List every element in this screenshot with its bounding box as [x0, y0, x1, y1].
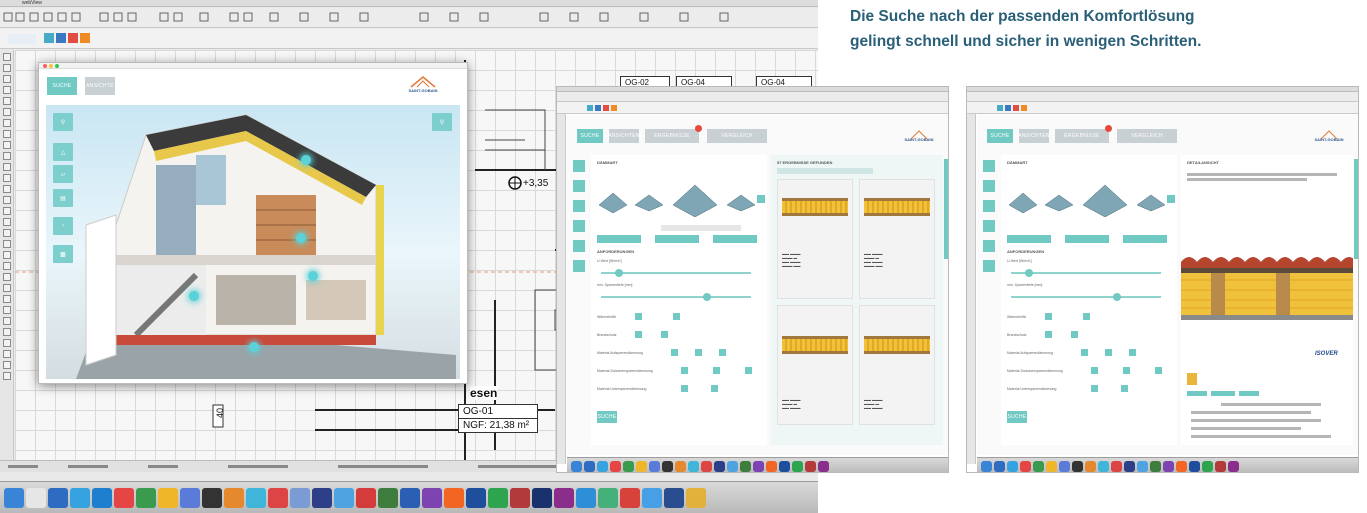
scrollbar[interactable] [944, 159, 948, 259]
isover-logo: ISOVER [1315, 351, 1338, 357]
result-card[interactable]: ▬▬ ▬▬▬ ▬▬▬ ▬ ▬▬ ▬▬▬ ▬▬▬ ▬▬ [777, 179, 853, 299]
hotspot-wall-upper[interactable] [296, 233, 306, 243]
results-panel: SUCHE ANSICHTEN ERGEBNISSE VERGLEICH SAI… [567, 115, 948, 455]
headline-line-1: Die Suche nach der passenden Komfortlösu… [850, 8, 1195, 25]
room-code: OG-01 [458, 404, 538, 419]
app-title: webView [22, 0, 42, 6]
detail-screenshot: SUCHE ANSICHTEN ERGEBNISSE VERGLEICH SAI… [966, 86, 1359, 473]
tab-ansichten-2[interactable]: ANSICHTEN [608, 129, 639, 143]
roof-type-icons[interactable] [591, 173, 767, 223]
hotspot-floor[interactable] [308, 271, 318, 281]
auf-label: Material Aufsparrendämmung [597, 351, 643, 355]
zwischen-label: Material Zwischensparrendämmung [597, 369, 653, 373]
search-button[interactable]: SUCHE [597, 411, 617, 423]
house-view[interactable]: ⚲ △ ▱ ▤ ▫ ▩ ⚲ [46, 105, 460, 379]
product-thumbnail [1187, 373, 1197, 385]
tab-ergebnisse-3[interactable]: ERGEBNISSE [1055, 129, 1109, 143]
dock-3[interactable] [977, 457, 1358, 472]
brand-logo-2: SAINT-GOBAIN [897, 127, 941, 145]
toolbar-icons[interactable] [0, 8, 818, 28]
hotspot-roof[interactable] [301, 155, 311, 165]
tool-palette[interactable] [0, 50, 14, 460]
result-count-badge [695, 125, 702, 132]
tab-ansichten-3[interactable]: ANSICHTEN [1018, 129, 1049, 143]
detail-view: DETAILANSICHT ISOVER [1181, 155, 1353, 445]
hotspot-basement[interactable] [249, 342, 259, 352]
brand-text: SAINT-GOBAIN [408, 88, 438, 93]
daemmart-title: DÄMMART [597, 160, 618, 165]
result-card[interactable]: ▬▬ ▬▬▬ ▬▬▬ ▬ ▬▬ ▬▬▬ [859, 305, 935, 425]
tab-suche-2[interactable]: SUCHE [577, 129, 603, 143]
roof-type-icons-3[interactable] [1001, 173, 1177, 223]
tab-ergebnisse-2[interactable]: ERGEBNISSE [645, 129, 699, 143]
search-form: DÄMMART ANFORDERUNGEN U-Wert [W/m²K] min… [591, 155, 767, 445]
saint-gobain-logo: SAINT-GOBAIN [395, 75, 451, 97]
waermeleit-label: Wärmeleitfä. [597, 315, 617, 319]
dock[interactable] [0, 481, 818, 513]
results-list: 57 ERGEBNISSE GEFUNDEN ▬▬ ▬▬▬ ▬▬▬ ▬ ▬▬ ▬▬▬… [771, 155, 943, 445]
result-card[interactable]: ▬▬ ▬▬▬ ▬▬▬ ▬ ▬▬ ▬▬▬ [777, 305, 853, 425]
plugin-icon-3[interactable] [68, 33, 78, 43]
level-marker-text: +3,35 [523, 178, 549, 189]
search-form-3: DÄMMART ANFORDERUNGEN U-Wert [W/m²K] min… [1001, 155, 1177, 445]
unter-label: Material Untersparrendämmung [597, 387, 647, 391]
room-name-partial: esen [470, 386, 498, 400]
scrollbar-3[interactable] [1354, 159, 1358, 259]
tab-suche[interactable]: SUCHE [47, 77, 77, 95]
detail-title: DETAILANSICHT [1187, 160, 1219, 165]
detail-toolbar[interactable] [967, 92, 1358, 102]
tab-vergleich-3[interactable]: VERGLEICH [1117, 129, 1177, 143]
hotspot-wall-lower[interactable] [189, 291, 199, 301]
result-count-title: 57 ERGEBNISSE GEFUNDEN [777, 160, 833, 165]
results-toolbar[interactable] [557, 92, 948, 102]
tab-suche-3[interactable]: SUCHE [987, 129, 1013, 143]
tab-vergleich-2[interactable]: VERGLEICH [707, 129, 767, 143]
search-button-3[interactable]: SUCHE [1007, 411, 1027, 423]
brandschutz-label: Brandschutz [597, 333, 617, 337]
plugin-window: SUCHE ANSICHTE SAINT-GOBAIN ⚲ △ ▱ ▤ ▫ ▩ … [38, 62, 468, 384]
brand-logo-3: SAINT-GOBAIN [1307, 127, 1351, 145]
headline-line-2: gelingt schnell und sicher in wenigen Sc… [850, 33, 1202, 50]
anforderungen-title: ANFORDERUNGEN [597, 249, 635, 254]
plugin-icon-4[interactable] [80, 33, 90, 43]
room-area: NGF: 21,38 m² [458, 418, 538, 433]
tab-ansichten[interactable]: ANSICHTE [85, 77, 115, 95]
plugin-bar [0, 29, 818, 49]
saint-gobain-roof-icon [410, 76, 436, 88]
dimension-text: 40 [215, 408, 225, 419]
house-cutaway-illustration [76, 114, 456, 379]
result-card[interactable]: ▬▬ ▬▬▬ ▬▬▬ ▬ ▬▬ ▬▬▬ ▬▬▬ ▬▬ [859, 179, 935, 299]
plugin-icon-1[interactable] [44, 33, 54, 43]
dock-2[interactable] [567, 457, 948, 472]
plugin-icon-2[interactable] [56, 33, 66, 43]
results-screenshot: SUCHE ANSICHTEN ERGEBNISSE VERGLEICH SAI… [556, 86, 949, 473]
main-toolbar[interactable] [0, 8, 818, 28]
u-wert-label: U-Wert [W/m²K] [597, 259, 622, 263]
result-count-badge-3 [1105, 125, 1112, 132]
saint-gobain-logo-small [8, 34, 36, 44]
menu-bar: webView [0, 0, 818, 7]
detail-panel: SUCHE ANSICHTEN ERGEBNISSE VERGLEICH SAI… [977, 115, 1358, 455]
roof-section-drawing [1181, 257, 1353, 320]
headline: Die Suche nach der passenden Komfortlösu… [850, 4, 1362, 54]
sparrentiefe-label: min. Sparrentiefe [mm] [597, 283, 633, 287]
